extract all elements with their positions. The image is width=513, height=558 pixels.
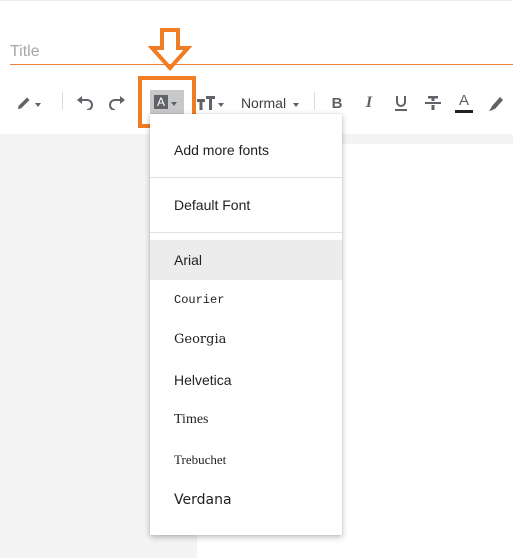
underline-button[interactable]: [392, 86, 410, 120]
toolbar-divider: [62, 92, 63, 110]
chevron-down-icon: [217, 103, 224, 107]
default-font-item[interactable]: Default Font: [150, 185, 342, 225]
text-color-button[interactable]: A: [454, 86, 474, 120]
text-color-swatch: [455, 110, 473, 113]
text-color-icon: A: [458, 92, 469, 109]
strikethrough-button[interactable]: [424, 86, 442, 120]
redo-button[interactable]: [106, 86, 128, 120]
font-item-verdana[interactable]: Verdana: [150, 480, 342, 520]
title-field[interactable]: [10, 40, 513, 65]
bold-icon: B: [331, 94, 343, 112]
top-border: [0, 0, 513, 1]
highlight-icon: [488, 94, 506, 112]
font-item-georgia[interactable]: Georgia: [150, 320, 342, 360]
italic-button[interactable]: I: [360, 86, 378, 120]
title-input[interactable]: [10, 40, 513, 64]
font-item-arial[interactable]: Arial: [150, 240, 342, 280]
redo-icon: [108, 96, 126, 110]
undo-button[interactable]: [74, 86, 96, 120]
font-item-trebuchet[interactable]: Trebuchet: [150, 440, 342, 480]
undo-icon: [76, 96, 94, 110]
add-more-fonts-item[interactable]: Add more fonts: [150, 130, 342, 170]
pen-icon: [16, 95, 32, 111]
menu-divider: [150, 232, 342, 233]
menu-divider: [150, 177, 342, 178]
annotation-arrow-icon: [148, 28, 192, 71]
font-menu: Add more fonts Default Font Arial Courie…: [150, 114, 342, 535]
font-item-times[interactable]: Times: [150, 400, 342, 440]
underline-icon: [394, 95, 408, 111]
pen-button[interactable]: [10, 86, 46, 120]
text-size-icon: [196, 96, 215, 110]
chevron-down-icon: [293, 103, 300, 107]
chevron-down-icon: [34, 103, 41, 107]
font-item-courier[interactable]: Courier: [150, 280, 342, 320]
highlight-button[interactable]: [486, 86, 508, 120]
italic-icon: I: [365, 94, 373, 111]
strikethrough-icon: [425, 95, 441, 111]
paragraph-style-label: Normal: [240, 95, 287, 111]
toolbar-divider: [314, 92, 315, 110]
font-item-helvetica[interactable]: Helvetica: [150, 360, 342, 400]
